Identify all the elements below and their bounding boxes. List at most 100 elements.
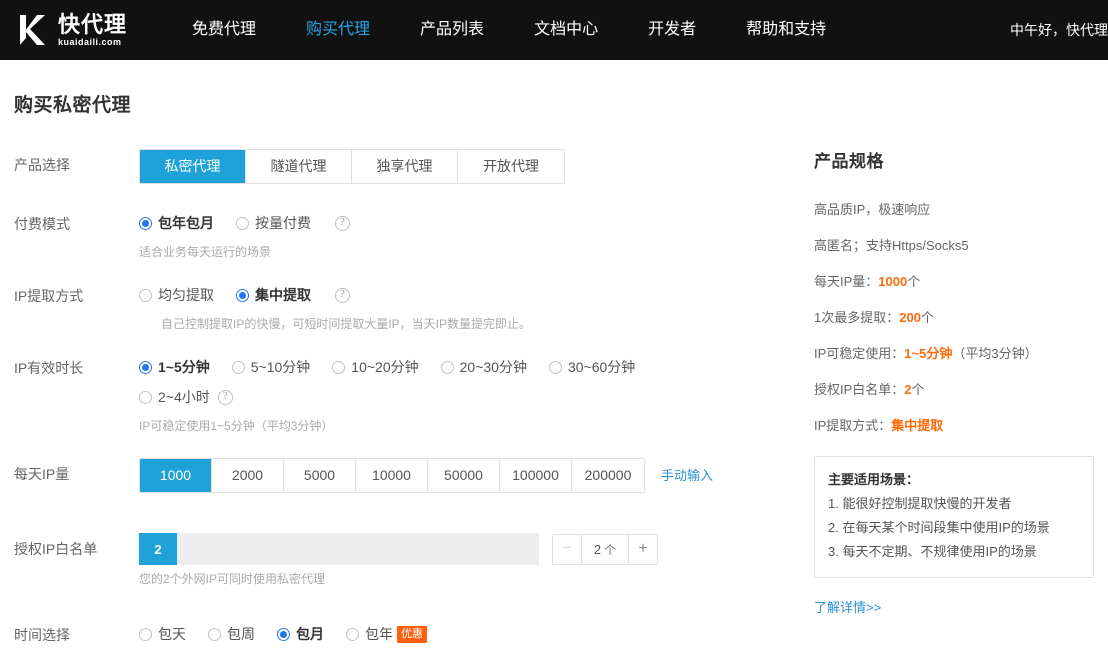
form-row-time-select: 时间选择 包天 包周 包月 包年 优惠 — [14, 619, 804, 651]
hint-ip-duration: IP可稳定使用1~5分钟（平均3分钟） — [139, 419, 334, 433]
form-row-daily-ip: 每天IP量 1000 2000 5000 10000 50000 100000 … — [14, 458, 804, 493]
radio-dot-icon — [231, 360, 245, 374]
hint-extract-method: 自己控制提取IP的快慢，可短时间提取大量IP，当天IP数量提完即止。 — [161, 317, 532, 331]
product-tab-exclusive[interactable]: 独享代理 — [352, 150, 458, 183]
form-row-payment-mode: 付费模式 包年包月 按量付费 ? 适合业务每天运行的场景 — [14, 208, 804, 262]
radio-label: 20~30分钟 — [459, 359, 527, 375]
radio-duration-2-4hour[interactable]: 2~4小时 — [139, 382, 210, 412]
nav-item-free-proxy[interactable]: 免费代理 — [167, 0, 281, 60]
page-content: 购买私密代理 产品选择 私密代理 隧道代理 独享代理 开放代理 付费模式 包年包… — [0, 90, 1108, 651]
whitelist-stepper-unit: 个 — [604, 542, 617, 557]
whitelist-slider[interactable]: 2 — [139, 533, 539, 565]
radio-label: 包月 — [296, 626, 324, 642]
radio-duration-20-30min[interactable]: 20~30分钟 — [440, 352, 527, 382]
user-greeting[interactable]: 中午好，快代理 — [1010, 0, 1108, 60]
spec-line-stability: IP可稳定使用：1~5分钟（平均3分钟） — [814, 336, 1094, 372]
site-logo[interactable]: 快代理 kuaidaili.com — [14, 0, 127, 60]
radio-dot-icon — [548, 360, 562, 374]
label-ip-duration: IP有效时长 — [14, 360, 84, 376]
label-extract-method: IP提取方式 — [14, 288, 84, 304]
form-row-product-select: 产品选择 私密代理 隧道代理 独享代理 开放代理 — [14, 149, 804, 184]
spec-line-whitelist: 授权IP白名单：2个 — [814, 372, 1094, 408]
radio-dot-icon — [277, 627, 290, 641]
radio-label: 5~10分钟 — [250, 359, 311, 375]
spec-line-value: 2 — [904, 382, 912, 397]
logo-text-cn: 快代理 — [58, 11, 128, 37]
radio-time-monthly[interactable]: 包月 — [277, 619, 324, 649]
radio-dot-icon — [139, 390, 152, 404]
spec-line-text: 授权IP白名单： — [814, 382, 905, 397]
radio-duration-30-60min[interactable]: 30~60分钟 — [548, 352, 635, 382]
daily-ip-option-10000[interactable]: 10000 — [356, 459, 428, 492]
page-title: 购买私密代理 — [14, 95, 132, 116]
whitelist-stepper: − 2 个 + — [552, 533, 658, 565]
main-nav: 免费代理 购买代理 产品列表 文档中心 开发者 帮助和支持 — [167, 0, 851, 60]
radio-extract-concentrated[interactable]: 集中提取 — [236, 280, 311, 310]
radio-label: 包周 — [227, 626, 255, 642]
radio-dot-icon — [332, 360, 346, 374]
whitelist-slider-handle[interactable]: 2 — [139, 533, 177, 565]
radio-time-daily[interactable]: 包天 — [139, 619, 186, 649]
radio-duration-10-20min[interactable]: 10~20分钟 — [332, 352, 419, 382]
nav-item-docs[interactable]: 文档中心 — [509, 0, 623, 60]
nav-item-buy-proxy[interactable]: 购买代理 — [281, 0, 395, 60]
radio-time-yearly[interactable]: 包年 优惠 — [346, 619, 427, 649]
nav-item-product-list[interactable]: 产品列表 — [395, 0, 509, 60]
spec-line-suffix: 个 — [907, 274, 921, 289]
use-case-item: 1. 能很好控制提取快慢的开发者 — [828, 496, 1012, 511]
radio-duration-5-10min[interactable]: 5~10分钟 — [231, 352, 311, 382]
spec-line-extract-method: IP提取方式：集中提取 — [814, 408, 1094, 444]
radio-dot-icon — [208, 627, 221, 641]
form-row-extract-method: IP提取方式 均匀提取 集中提取 ? 自己控制提取IP的快慢，可短时间提取大量I… — [14, 280, 804, 334]
radio-dot-icon — [346, 627, 359, 641]
radio-extract-even[interactable]: 均匀提取 — [139, 280, 214, 310]
label-whitelist: 授权IP白名单 — [14, 541, 98, 557]
radio-label: 按量付费 — [255, 215, 311, 231]
product-tab-private[interactable]: 私密代理 — [140, 150, 246, 183]
whitelist-stepper-value[interactable]: 2 个 — [581, 534, 629, 564]
question-mark-icon[interactable]: ? — [335, 215, 350, 231]
question-mark-icon[interactable]: ? — [217, 389, 233, 405]
ip-duration-radios-row1: 1~5分钟 5~10分钟 10~20分钟 20~30分钟 30~60分钟 — [139, 352, 804, 382]
spec-line-suffix: 个 — [920, 310, 934, 325]
radio-duration-1-5min[interactable]: 1~5分钟 — [139, 352, 210, 382]
question-mark-icon[interactable]: ? — [335, 287, 350, 303]
nav-item-help-support[interactable]: 帮助和支持 — [721, 0, 851, 60]
spec-line-suffix: （平均3分钟） — [952, 346, 1038, 361]
radio-dot-icon — [139, 288, 152, 302]
spec-line-max-extract: 1次最多提取：200个 — [814, 300, 1094, 336]
radio-payment-yearly-monthly[interactable]: 包年包月 — [139, 208, 214, 238]
radio-label: 包天 — [158, 626, 186, 642]
radio-dot-icon — [236, 216, 249, 230]
daily-ip-option-1000[interactable]: 1000 — [140, 459, 212, 492]
spec-line-daily-ip: 每天IP量：1000个 — [814, 264, 1094, 300]
spec-line-text: 高品质IP，极速响应 — [814, 202, 931, 217]
daily-ip-option-2000[interactable]: 2000 — [212, 459, 284, 492]
product-tab-open[interactable]: 开放代理 — [458, 150, 564, 183]
label-payment-mode: 付费模式 — [14, 216, 70, 232]
whitelist-decrement-button[interactable]: − — [553, 534, 581, 564]
radio-time-weekly[interactable]: 包周 — [208, 619, 255, 649]
daily-ip-option-200000[interactable]: 200000 — [572, 459, 644, 492]
radio-label: 包年 — [365, 626, 393, 642]
radio-label: 包年包月 — [158, 215, 214, 231]
daily-ip-option-100000[interactable]: 100000 — [500, 459, 572, 492]
radio-dot-icon — [139, 360, 152, 374]
spec-panel-title: 产品规格 — [814, 152, 884, 171]
use-case-item: 3. 每天不定期、不规律使用IP的场景 — [828, 544, 1037, 559]
spec-line-suffix: 个 — [911, 382, 925, 397]
product-tab-tunnel[interactable]: 隧道代理 — [246, 150, 352, 183]
daily-ip-option-5000[interactable]: 5000 — [284, 459, 356, 492]
product-select-tabs: 私密代理 隧道代理 独享代理 开放代理 — [139, 149, 565, 184]
daily-ip-option-50000[interactable]: 50000 — [428, 459, 500, 492]
manual-input-link[interactable]: 手动输入 — [661, 458, 713, 493]
learn-more-link[interactable]: 了解详情>> — [814, 597, 881, 616]
radio-dot-icon — [440, 360, 454, 374]
spec-line-text: 1次最多提取： — [814, 310, 900, 325]
radio-payment-pay-as-you-go[interactable]: 按量付费 — [236, 208, 311, 238]
hint-payment-mode: 适合业务每天运行的场景 — [139, 245, 272, 259]
whitelist-increment-button[interactable]: + — [629, 534, 657, 564]
spec-line-text: 高匿名；支持Https/Socks5 — [814, 238, 969, 253]
nav-item-developer[interactable]: 开发者 — [623, 0, 721, 60]
radio-label: 均匀提取 — [158, 287, 214, 303]
